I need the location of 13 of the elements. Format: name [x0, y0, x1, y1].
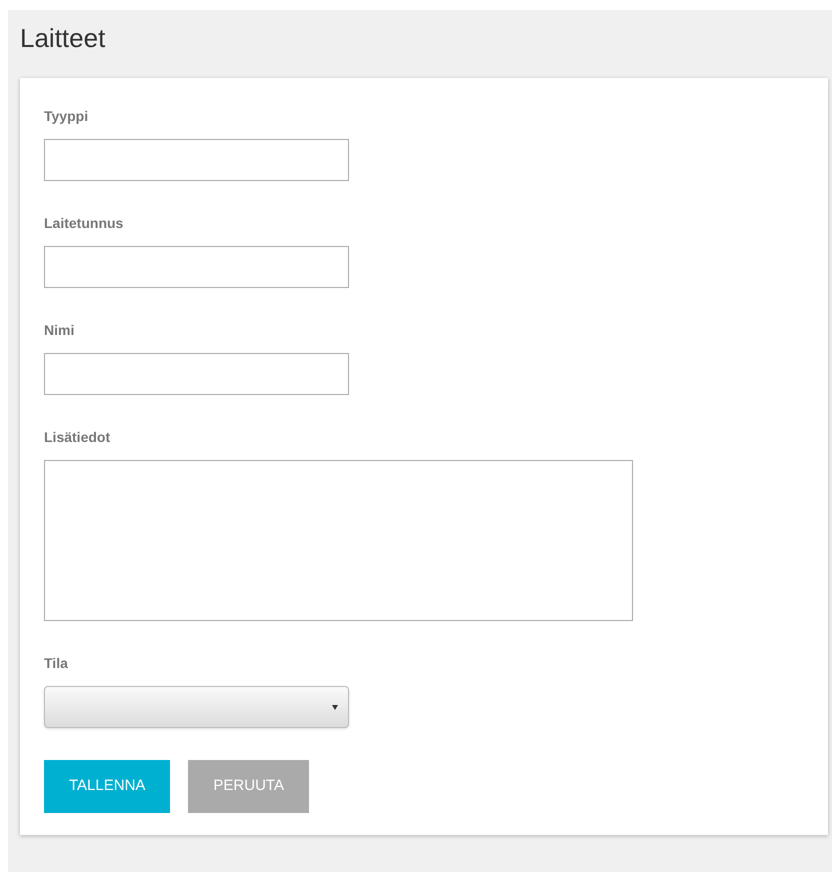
field-label: Laitetunnus	[44, 214, 124, 233]
select-field[interactable]	[44, 686, 349, 728]
field-label: Lisätiedot	[44, 428, 112, 447]
field-label: Nimi	[44, 321, 76, 340]
field-label: Tila	[44, 654, 69, 673]
caret-icon	[332, 705, 338, 710]
text-field[interactable]	[44, 353, 349, 395]
save-button[interactable]: TALLENNA	[44, 760, 170, 813]
field-label: Tyyppi	[44, 107, 90, 126]
page-title: Laitteet	[20, 22, 106, 55]
cancel-button[interactable]: PERUUTA	[188, 760, 309, 813]
text-field[interactable]	[44, 139, 349, 181]
text-field[interactable]	[44, 246, 349, 288]
